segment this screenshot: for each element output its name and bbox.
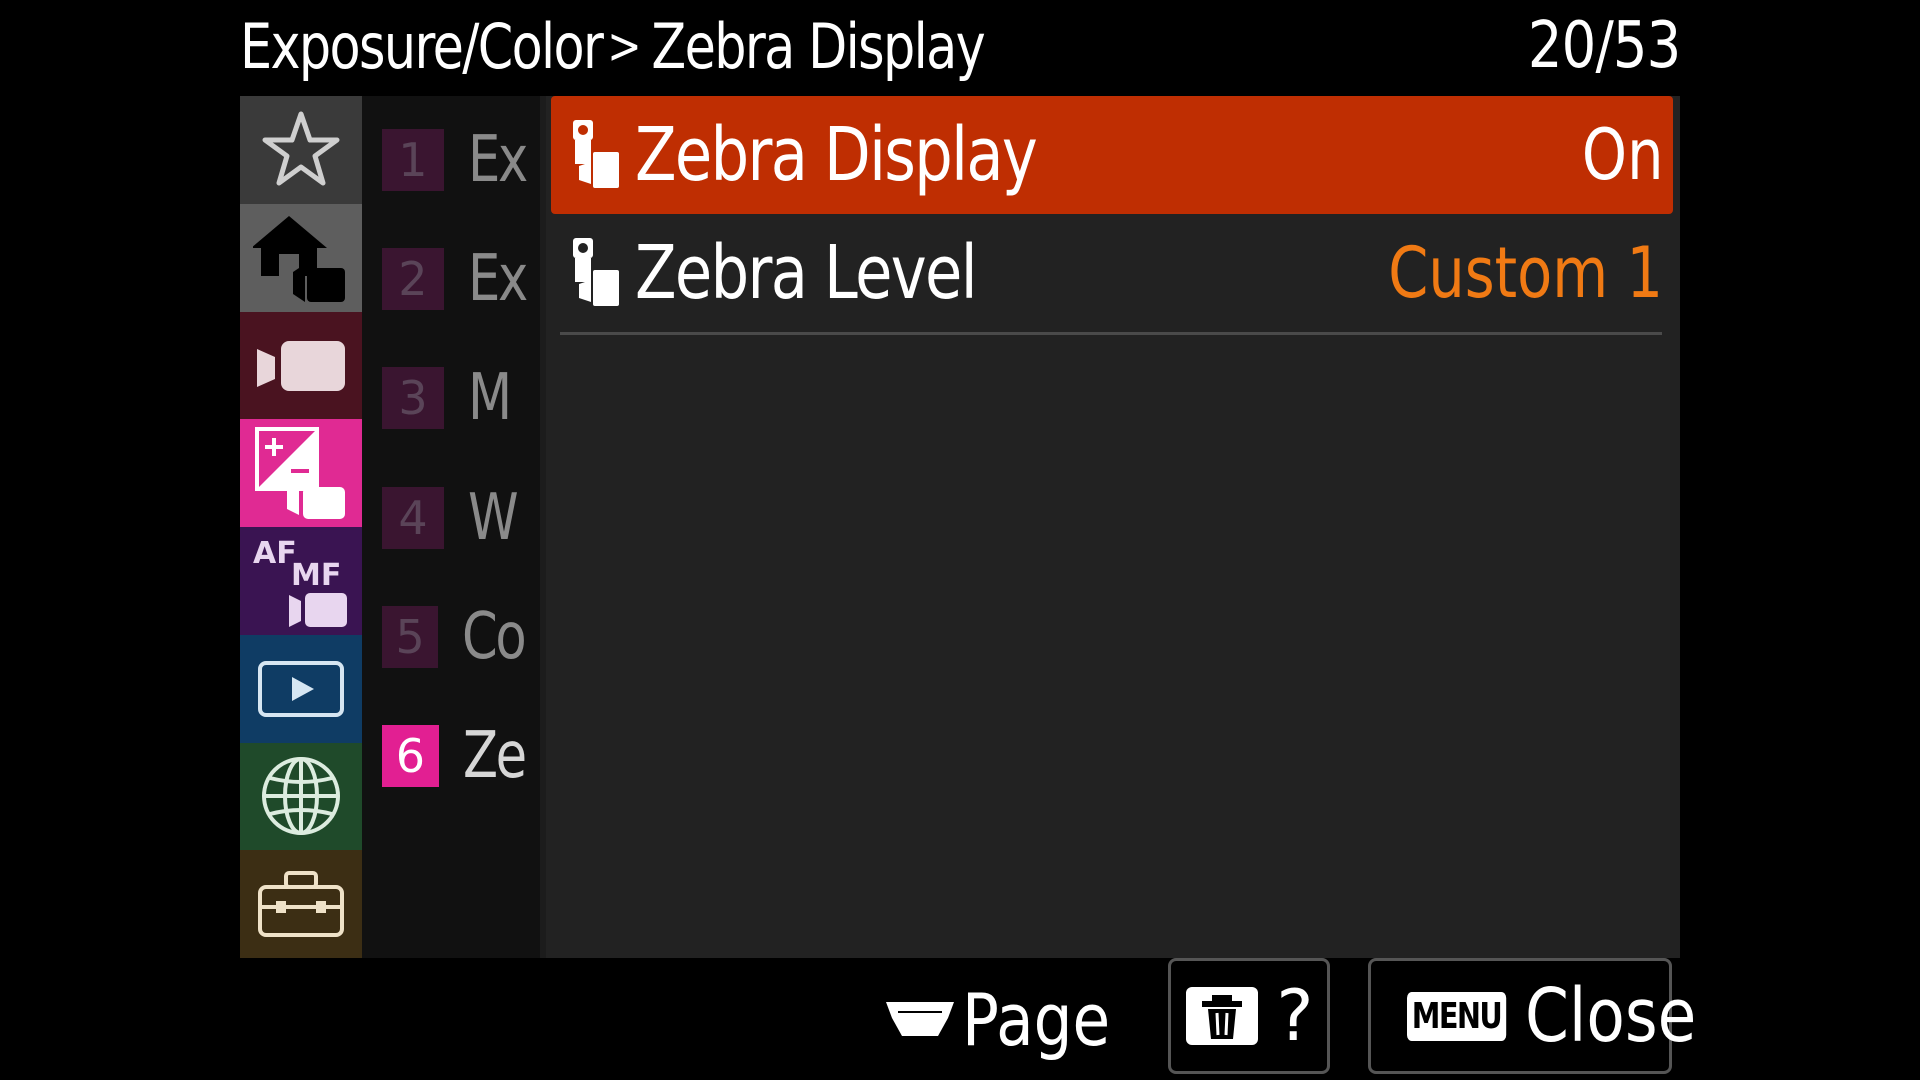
- page-label: Page: [962, 978, 1111, 1062]
- playback-icon: [258, 660, 344, 717]
- sub-tab-2[interactable]: 2 Ex: [382, 229, 540, 329]
- star-icon: [262, 111, 340, 186]
- menu-content-panel: Zebra Display On Zebra Level Custom 1: [546, 96, 1680, 958]
- exposure-comp-icon: [255, 427, 345, 520]
- mf-label: MF: [291, 558, 341, 593]
- playback-tab[interactable]: [240, 634, 362, 743]
- sub-tab-label: Co: [462, 600, 527, 674]
- menu-row-zebra-display[interactable]: Zebra Display On: [551, 96, 1673, 214]
- sub-tab-number: 1: [382, 129, 444, 191]
- globe-icon: [262, 757, 340, 836]
- exposure-color-tab[interactable]: [240, 419, 362, 527]
- movie-tab[interactable]: [240, 311, 362, 420]
- close-button[interactable]: MENU Close: [1368, 958, 1696, 1074]
- page-counter: 20/53: [1527, 9, 1680, 83]
- sub-tab-label: M: [468, 361, 512, 435]
- footer-bar: Page ? MENU Close: [0, 958, 1920, 1080]
- sub-tab-5[interactable]: 5 Co: [382, 587, 540, 687]
- menu-row-value: On: [1581, 114, 1663, 196]
- menu-row-value: Custom 1: [1388, 232, 1663, 314]
- network-tab[interactable]: [240, 742, 362, 851]
- sub-tab-label: Ex: [467, 242, 528, 316]
- control-wheel-icon: [886, 1002, 954, 1036]
- setup-tab[interactable]: [240, 850, 362, 958]
- movie-camera-icon: [257, 341, 345, 392]
- sub-tab-6[interactable]: 6 Ze: [382, 706, 540, 806]
- trash-icon: [1186, 987, 1259, 1045]
- breadcrumb: Exposure/Color > Zebra Display: [240, 4, 986, 88]
- sub-tab-number: 4: [382, 487, 444, 549]
- sub-tab-number: 6: [382, 725, 439, 787]
- menu-row-label: Zebra Display: [635, 112, 1038, 198]
- shooting-tab[interactable]: [240, 203, 362, 312]
- page-hint[interactable]: Page: [884, 978, 1136, 1062]
- sub-tab-column: 1 Ex 2 Ex 3 M 4 W 5 Co 6 Ze: [362, 96, 540, 958]
- sub-tab-label: W: [468, 481, 519, 555]
- main-tab-column: AF MF: [240, 96, 362, 958]
- toolbox-icon: [258, 871, 344, 938]
- delete-help-button[interactable]: ?: [1168, 958, 1330, 1074]
- breadcrumb-current: Zebra Display: [651, 9, 985, 83]
- sub-tab-number: 2: [382, 248, 444, 310]
- breadcrumb-separator: >: [607, 17, 641, 75]
- sub-tab-label: Ze: [462, 719, 527, 793]
- sub-tab-3[interactable]: 3 M: [382, 348, 540, 448]
- breadcrumb-category: Exposure/Color: [240, 9, 604, 83]
- sub-tab-number: 3: [382, 367, 444, 429]
- still-movie-mode-icon: [573, 120, 619, 188]
- menu-row-label: Zebra Level: [635, 230, 978, 316]
- close-label: Close: [1524, 973, 1697, 1059]
- camera-home-icon: [253, 215, 345, 302]
- row-divider: [560, 332, 1662, 335]
- my-menu-tab[interactable]: [240, 96, 362, 204]
- still-movie-mode-icon: [573, 238, 619, 306]
- sub-tab-1[interactable]: 1 Ex: [382, 110, 540, 210]
- menu-button-icon: MENU: [1407, 991, 1507, 1041]
- sub-tab-4[interactable]: 4 W: [382, 468, 540, 568]
- sub-tab-label: Ex: [467, 123, 528, 197]
- sub-tab-number: 5: [382, 606, 439, 668]
- menu-row-zebra-level[interactable]: Zebra Level Custom 1: [551, 214, 1673, 332]
- af-mf-icon: AF MF: [253, 536, 347, 627]
- focus-tab[interactable]: AF MF: [240, 527, 362, 635]
- help-label: ?: [1276, 975, 1314, 1057]
